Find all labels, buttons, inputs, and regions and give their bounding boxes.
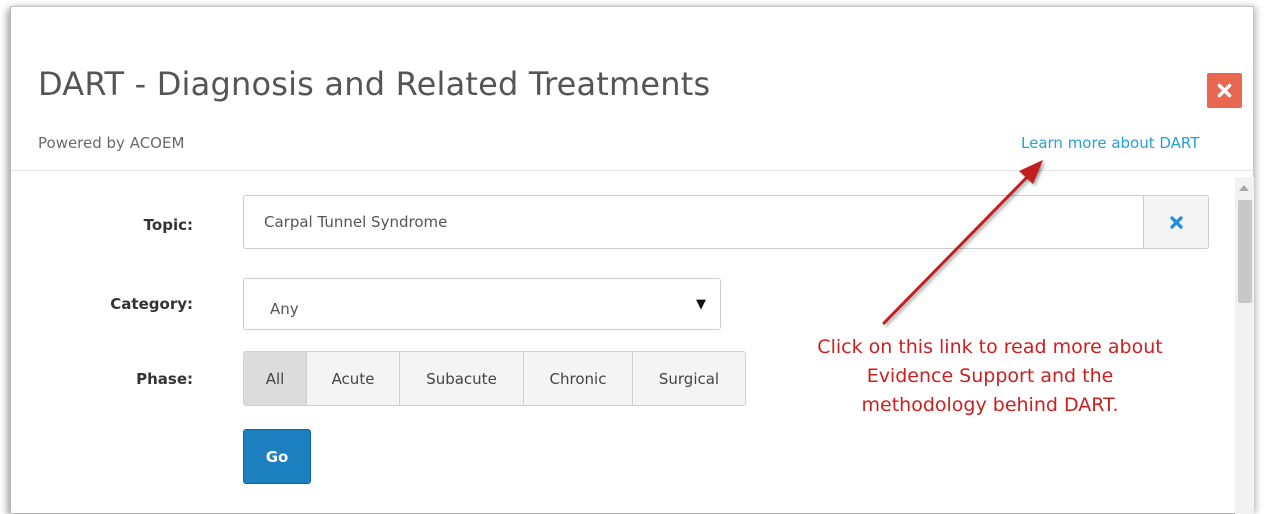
clear-x-icon [1169,215,1183,229]
phase-subacute-button[interactable]: Subacute [400,352,524,405]
category-label: Category: [110,295,193,313]
phase-label: Phase: [136,370,193,388]
dropdown-arrow-icon: ▼ [696,296,706,312]
annotation-callout: Click on this link to read more about Ev… [770,333,1210,420]
category-selected-value: Any [270,300,299,318]
go-button[interactable]: Go [243,429,311,484]
topic-clear-button[interactable] [1143,196,1208,248]
phase-chronic-button[interactable]: Chronic [524,352,633,405]
topic-value[interactable]: Carpal Tunnel Syndrome [244,196,1143,248]
phase-acute-button[interactable]: Acute [307,352,400,405]
phase-button-group: All Acute Subacute Chronic Surgical [243,351,746,406]
phase-surgical-button[interactable]: Surgical [633,352,745,405]
annotation-line-2: Evidence Support and the [866,365,1114,387]
learn-more-link[interactable]: Learn more about DART [1021,134,1199,152]
vertical-scrollbar[interactable] [1235,177,1254,514]
close-x-icon [1217,83,1232,98]
annotation-line-1: Click on this link to read more about [817,336,1163,358]
annotation-line-3: methodology behind DART. [861,394,1119,416]
dialog-title: DART - Diagnosis and Related Treatments [38,65,711,103]
dialog-header: DART - Diagnosis and Related Treatments … [11,7,1253,171]
category-select[interactable]: Any ▼ [243,278,721,330]
topic-input[interactable]: Carpal Tunnel Syndrome [243,195,1209,249]
close-button[interactable] [1207,73,1242,108]
dart-dialog: DART - Diagnosis and Related Treatments … [10,6,1254,514]
topic-label: Topic: [143,216,193,234]
powered-by-label: Powered by ACOEM [38,134,185,152]
scroll-up-arrow-icon[interactable] [1239,185,1249,191]
phase-all-button[interactable]: All [244,352,307,405]
scroll-thumb[interactable] [1238,200,1252,303]
